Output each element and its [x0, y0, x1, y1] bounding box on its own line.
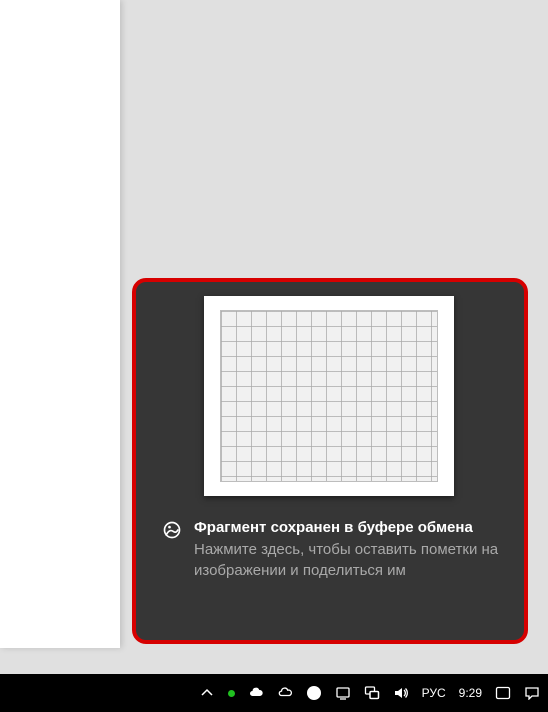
notification-text-block: Фрагмент сохранен в буфере обмена Нажмит… — [194, 518, 504, 581]
taskbar: РУС 9:29 — [0, 674, 548, 712]
tray-chevron-up-icon[interactable] — [199, 685, 215, 701]
status-indicator-icon[interactable] — [228, 690, 235, 697]
snip-saved-notification[interactable]: Фрагмент сохранен в буфере обмена Нажмит… — [132, 278, 528, 644]
snip-thumbnail-grid — [220, 310, 438, 482]
volume-icon[interactable] — [393, 685, 409, 701]
snip-sketch-icon — [162, 518, 182, 540]
action-center-icon[interactable] — [524, 685, 540, 701]
onedrive-sync-icon[interactable] — [277, 685, 293, 701]
security-tray-icon[interactable] — [335, 685, 351, 701]
notification-body: Нажмите здесь, чтобы оставить пометки на… — [194, 540, 504, 581]
network-icon[interactable] — [364, 685, 380, 701]
app-tray-icon[interactable] — [306, 685, 322, 701]
clock[interactable]: 9:29 — [459, 686, 482, 700]
onedrive-cloud-icon[interactable] — [248, 685, 264, 701]
input-language[interactable]: РУС — [422, 686, 446, 700]
notification-badge-icon[interactable] — [495, 685, 511, 701]
snip-thumbnail — [204, 296, 454, 496]
notification-title: Фрагмент сохранен в буфере обмена — [194, 518, 504, 538]
document-canvas — [0, 0, 120, 648]
